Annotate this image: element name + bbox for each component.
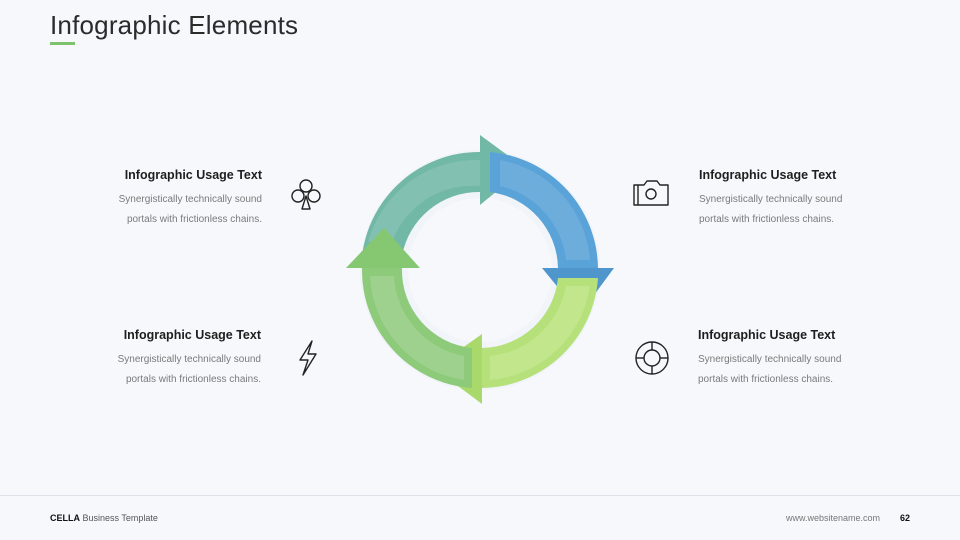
page-number: 62 — [900, 513, 911, 523]
info-text-line: Synergistically technically sound — [117, 354, 261, 365]
info-text-line: Synergistically technically sound — [699, 194, 843, 205]
brand-name: CELLA — [50, 513, 80, 523]
camera-icon — [631, 174, 671, 214]
info-heading: Infographic Usage Text — [699, 168, 837, 182]
slide-title: Infographic Elements — [50, 10, 299, 40]
info-block-top-right: Infographic Usage Text Synergistically t… — [699, 168, 919, 229]
info-heading: Infographic Usage Text — [124, 168, 262, 182]
info-text-line: portals with frictionless chains. — [699, 213, 835, 225]
info-block-bottom-left: Infographic Usage Text Synergistically t… — [41, 328, 261, 389]
title-underline — [50, 42, 75, 45]
brand-suffix: Business Template — [80, 513, 158, 523]
info-heading: Infographic Usage Text — [698, 328, 836, 342]
footer-website[interactable]: www.websitename.com — [786, 513, 880, 523]
info-text-line: portals with frictionless chains. — [125, 373, 261, 385]
info-block-top-left: Infographic Usage Text Synergistically t… — [42, 168, 262, 229]
footer-divider — [0, 495, 960, 496]
footer-brand: CELLA Business Template — [50, 513, 158, 523]
info-heading: Infographic Usage Text — [123, 328, 261, 342]
lightning-icon — [288, 338, 328, 378]
cycle-diagram — [346, 135, 614, 404]
info-block-bottom-right: Infographic Usage Text Synergistically t… — [698, 328, 918, 389]
club-icon — [286, 174, 326, 214]
info-text-line: Synergistically technically sound — [698, 354, 842, 365]
info-text-line: portals with frictionless chains. — [126, 213, 262, 225]
lifebuoy-icon — [632, 338, 672, 378]
info-text-line: portals with frictionless chains. — [698, 373, 834, 385]
info-text-line: Synergistically technically sound — [118, 194, 262, 205]
